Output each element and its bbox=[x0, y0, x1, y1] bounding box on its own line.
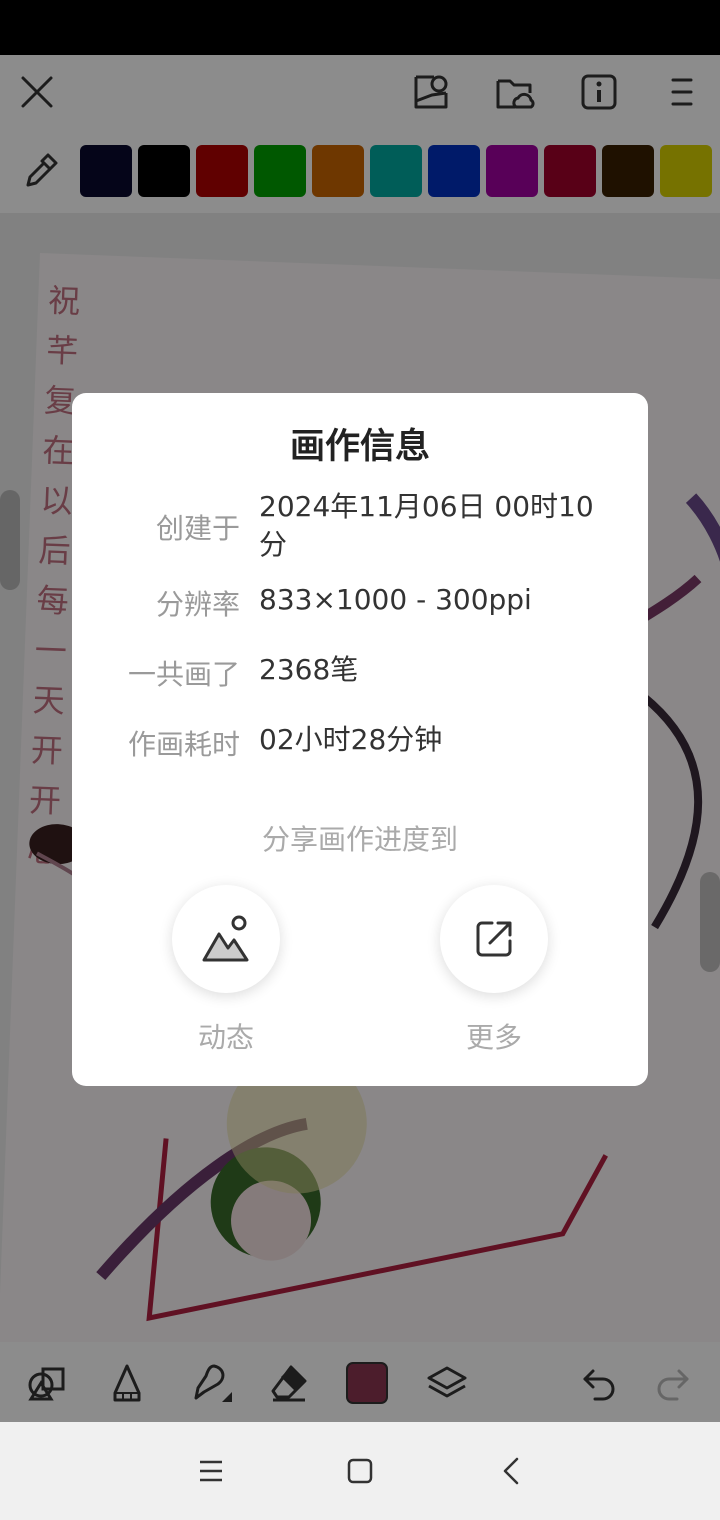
right-edge-handle[interactable] bbox=[700, 872, 720, 972]
dialog-title: 画作信息 bbox=[289, 427, 430, 467]
recents-icon bbox=[200, 1460, 222, 1482]
time-value: 02小时28分钟 bbox=[259, 723, 443, 756]
system-nav-bar bbox=[0, 1422, 720, 1520]
share-moments-button[interactable] bbox=[172, 885, 280, 993]
share-heading: 分享画作进度到 bbox=[261, 823, 458, 856]
created-value: 2024年11月06日 00时10分 bbox=[259, 490, 594, 561]
share-more-label[interactable]: 更多 bbox=[414, 1016, 574, 1056]
time-label: 作画耗时 bbox=[127, 728, 240, 761]
home-icon bbox=[347, 1458, 373, 1484]
image-mountain-icon bbox=[202, 915, 249, 962]
share-more-button[interactable] bbox=[440, 885, 548, 993]
resolution-label: 分辨率 bbox=[155, 588, 240, 621]
home-button[interactable] bbox=[335, 1448, 385, 1494]
recents-button[interactable] bbox=[186, 1448, 236, 1494]
share-moments-label[interactable]: 动态 bbox=[146, 1016, 306, 1056]
external-link-icon bbox=[476, 921, 512, 957]
created-label: 创建于 bbox=[155, 512, 240, 545]
strokes-value: 2368笔 bbox=[259, 653, 359, 686]
back-icon bbox=[503, 1457, 519, 1485]
status-bar bbox=[0, 0, 720, 55]
resolution-value: 833×1000 - 300ppi bbox=[259, 583, 532, 616]
strokes-label: 一共画了 bbox=[127, 658, 240, 691]
back-button[interactable] bbox=[486, 1448, 536, 1494]
